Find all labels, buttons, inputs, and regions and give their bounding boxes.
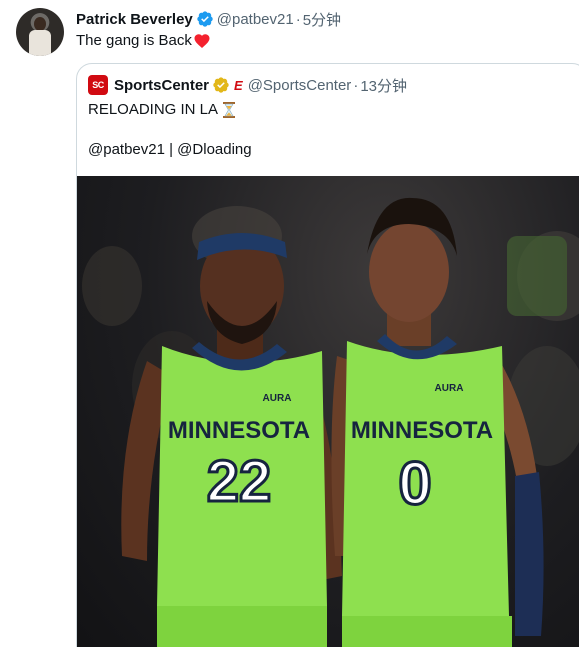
quote-separator-dot: · — [353, 76, 359, 94]
quote-author-handle[interactable]: @SportsCenter — [248, 77, 352, 94]
espn-icon: E — [234, 77, 243, 93]
player-left: MINNESOTA 22 AURA — [121, 233, 342, 647]
tweet-header: Patrick Beverley @patbev21 · 5分钟 — [76, 9, 341, 29]
tweet-text-content: The gang is Back — [76, 32, 192, 49]
quote-photo[interactable]: MINNESOTA 22 AURA MINNESOTA 0 AURA — [77, 176, 579, 647]
avatar-head — [34, 17, 46, 31]
gold-verified-icon — [213, 77, 229, 93]
avatar-suit — [29, 30, 51, 56]
separator-dot: · — [295, 10, 301, 28]
hourglass-emoji — [223, 102, 236, 118]
author-name[interactable]: Patrick Beverley — [76, 11, 193, 28]
quote-text-content: RELOADING IN LA — [88, 101, 219, 118]
tweet-text: The gang is Back — [76, 31, 211, 51]
author-handle[interactable]: @patbev21 — [217, 11, 294, 28]
sportscenter-logo[interactable]: SC — [88, 75, 108, 95]
timestamp[interactable]: 5分钟 — [303, 9, 341, 30]
quote-text-line1: RELOADING IN LA — [88, 100, 236, 120]
right-sponsor: AURA — [435, 383, 464, 394]
players-illustration: MINNESOTA 22 AURA MINNESOTA 0 AURA — [82, 197, 579, 647]
avatar[interactable] — [16, 8, 64, 56]
left-jersey-text: MINNESOTA — [168, 417, 310, 444]
right-jersey-number: 0 — [398, 450, 431, 517]
left-sponsor: AURA — [263, 393, 292, 404]
quote-timestamp[interactable]: 13分钟 — [360, 75, 407, 96]
quote-text-line2: @patbev21 | @Dloading — [88, 141, 252, 158]
verified-icon — [197, 11, 213, 27]
heart-emoji — [194, 34, 210, 48]
quoted-tweet[interactable]: SC SportsCenter E @SportsCenter · 13分钟 R… — [76, 63, 579, 647]
quote-author-name[interactable]: SportsCenter — [114, 77, 209, 94]
tweet[interactable]: Patrick Beverley @patbev21 · 5分钟 The gan… — [0, 0, 579, 647]
left-jersey-number: 22 — [207, 449, 272, 514]
quote-header: SC SportsCenter E @SportsCenter · 13分钟 — [88, 75, 407, 95]
right-jersey-text: MINNESOTA — [351, 417, 493, 444]
